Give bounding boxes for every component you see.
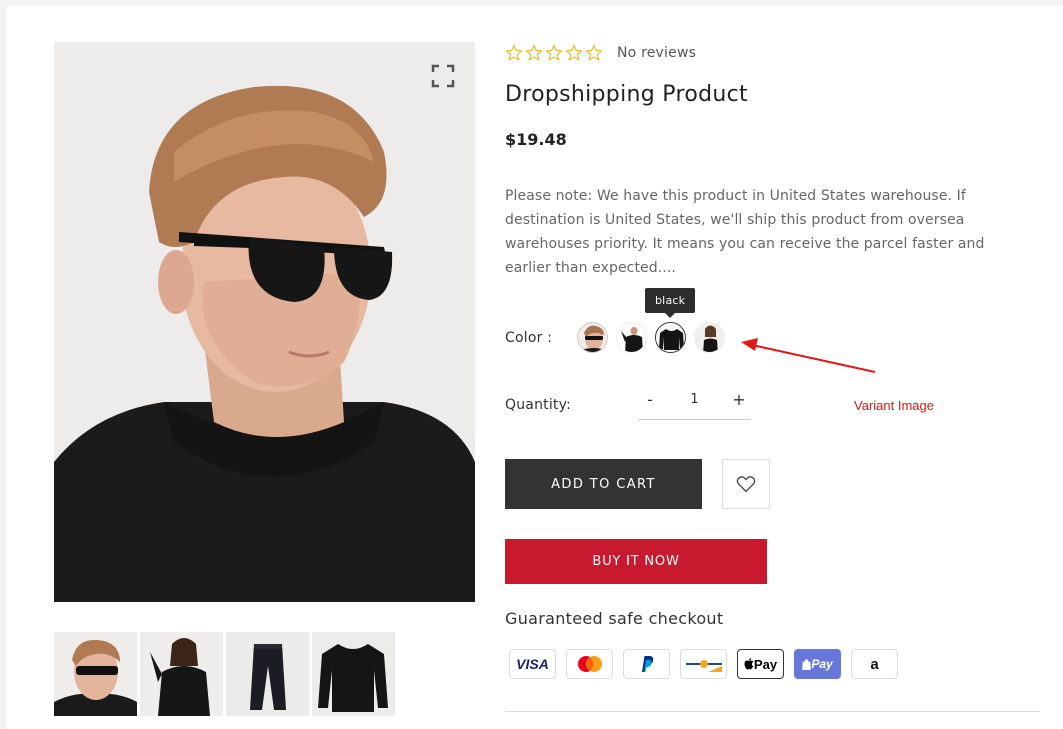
swatch-black[interactable] bbox=[655, 322, 686, 353]
star-icon bbox=[525, 44, 543, 61]
quantity-row: Quantity: - + bbox=[505, 380, 751, 420]
amazon-letter: a bbox=[870, 655, 879, 673]
product-page: No reviews Dropshipping Product $19.48 P… bbox=[6, 6, 1063, 729]
shop-pay-icon: Pay bbox=[794, 649, 841, 679]
quantity-stepper: - + bbox=[638, 380, 751, 420]
product-title: Dropshipping Product bbox=[505, 82, 748, 107]
quantity-decrease-button[interactable]: - bbox=[642, 390, 658, 409]
buy-it-now-button[interactable]: BUY IT NOW bbox=[505, 539, 767, 584]
shop-pay-label: Pay bbox=[811, 657, 833, 671]
mastercard-logo bbox=[577, 656, 602, 672]
thumbnail-strip bbox=[54, 632, 395, 716]
thumbnail-image bbox=[54, 632, 137, 716]
star-icon bbox=[545, 44, 563, 61]
color-label: Color : bbox=[505, 329, 553, 346]
star-icon bbox=[505, 44, 523, 61]
paypal-logo bbox=[641, 656, 653, 672]
swatch-image bbox=[695, 323, 724, 352]
quantity-label: Quantity: bbox=[505, 397, 571, 413]
diners-club-logo bbox=[685, 660, 722, 672]
heart-icon bbox=[736, 476, 756, 493]
star-icon bbox=[565, 44, 583, 61]
section-divider bbox=[505, 711, 1040, 712]
swatch-image bbox=[617, 323, 646, 352]
rating-row: No reviews bbox=[505, 44, 696, 62]
expand-icon[interactable] bbox=[431, 64, 455, 88]
thumbnail-image bbox=[226, 632, 309, 716]
star-rating bbox=[505, 44, 603, 62]
swatch-black-tank[interactable] bbox=[694, 322, 725, 353]
quantity-increase-button[interactable]: + bbox=[731, 390, 747, 409]
swatch-image bbox=[578, 323, 607, 352]
apple-pay-icon: Pay bbox=[737, 649, 784, 679]
thumbnail-sunglasses[interactable] bbox=[54, 632, 137, 716]
color-swatches bbox=[577, 322, 725, 353]
product-photo bbox=[54, 42, 475, 602]
add-to-cart-button[interactable]: ADD TO CART bbox=[505, 459, 702, 509]
diners-club-icon bbox=[680, 649, 727, 679]
visa-icon: VISA bbox=[509, 649, 556, 679]
thumbnail-pants[interactable] bbox=[226, 632, 309, 716]
swatch-black-top[interactable] bbox=[616, 322, 647, 353]
star-icon bbox=[585, 44, 603, 61]
mastercard-icon bbox=[566, 649, 613, 679]
thumbnail-black-top[interactable] bbox=[140, 632, 223, 716]
cart-actions: ADD TO CART bbox=[505, 459, 770, 509]
thumbnail-image bbox=[312, 632, 395, 716]
product-price: $19.48 bbox=[505, 130, 567, 149]
thumbnail-image bbox=[140, 632, 223, 716]
quantity-input[interactable] bbox=[674, 392, 715, 407]
amazon-pay-icon: a bbox=[851, 649, 898, 679]
shopify-bag-icon bbox=[802, 658, 812, 670]
product-description: Please note: We have this product in Uni… bbox=[505, 188, 985, 276]
variant-image-annotation: Variant Image bbox=[854, 398, 934, 413]
reviews-count[interactable]: No reviews bbox=[617, 45, 696, 61]
wishlist-button[interactable] bbox=[722, 459, 770, 509]
safe-checkout-title: Guaranteed safe checkout bbox=[505, 609, 724, 628]
payment-methods: VISA Pay Pay a bbox=[509, 649, 898, 679]
apple-icon bbox=[744, 658, 754, 670]
swatch-image bbox=[656, 323, 685, 352]
swatch-sunglasses[interactable] bbox=[577, 322, 608, 353]
apple-pay-label: Pay bbox=[753, 656, 778, 672]
color-selector: Color : bbox=[505, 322, 725, 353]
main-product-image[interactable] bbox=[54, 42, 475, 602]
thumbnail-sweater[interactable] bbox=[312, 632, 395, 716]
swatch-tooltip: black bbox=[645, 288, 696, 318]
paypal-icon bbox=[623, 649, 670, 679]
